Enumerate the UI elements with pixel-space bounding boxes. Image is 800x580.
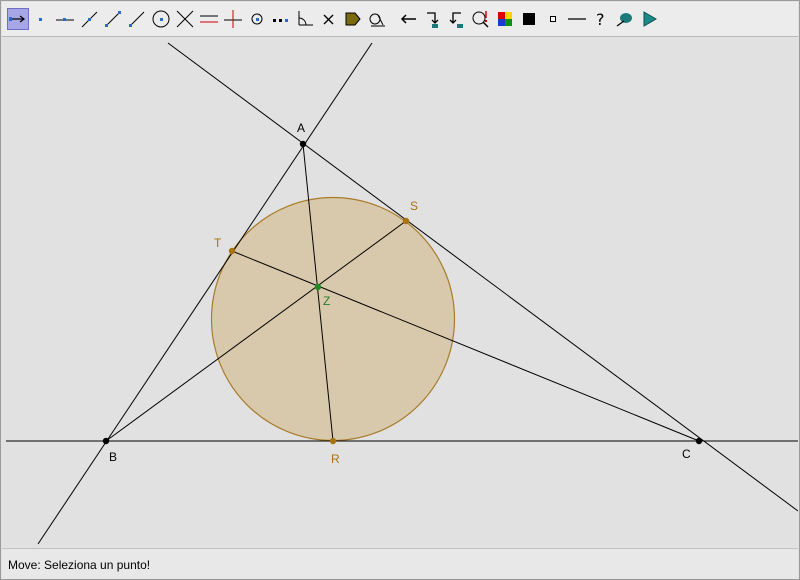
geometry-svg[interactable]: A B C Z T S R <box>2 37 799 547</box>
macro-icon[interactable] <box>423 9 443 29</box>
hide-tool-icon[interactable] <box>615 9 635 29</box>
incircle[interactable] <box>210 196 456 442</box>
label-c: C <box>682 447 691 461</box>
label-a: A <box>297 121 305 135</box>
macro-run-icon[interactable] <box>447 9 467 29</box>
point-c[interactable] <box>695 437 703 445</box>
drawing-canvas[interactable]: A B C Z T S R <box>2 37 799 547</box>
undo-icon[interactable] <box>399 9 419 29</box>
app-window: ? A B C Z T S R Move: Seleziona un punto… <box>0 0 800 580</box>
angle-tool-icon[interactable] <box>295 9 315 29</box>
point-z[interactable] <box>314 283 322 291</box>
point-s[interactable] <box>402 217 410 225</box>
help-icon[interactable]: ? <box>591 9 611 29</box>
delete-tool-icon[interactable] <box>319 9 339 29</box>
locus-tool-icon[interactable] <box>271 9 291 29</box>
point-a[interactable] <box>299 140 307 148</box>
label-b: B <box>109 450 117 464</box>
perpendicular-tool-icon[interactable] <box>223 9 243 29</box>
label-s: S <box>410 199 418 213</box>
svg-text:?: ? <box>596 10 605 29</box>
small-square-icon[interactable] <box>543 9 563 29</box>
line-tool-icon[interactable] <box>55 9 75 29</box>
point-tool-icon[interactable] <box>31 9 51 29</box>
zoom-icon[interactable] <box>471 9 491 29</box>
midpoint-tool-icon[interactable] <box>247 9 267 29</box>
line-style-icon[interactable] <box>567 9 587 29</box>
parallel-tool-icon[interactable] <box>199 9 219 29</box>
point-t[interactable] <box>228 247 236 255</box>
toolbar: ? <box>2 2 798 37</box>
ray-tool-icon[interactable] <box>103 9 123 29</box>
polygon-tool-icon[interactable] <box>343 9 363 29</box>
label-z: Z <box>323 294 330 308</box>
filled-square-icon[interactable] <box>519 9 539 29</box>
color-palette-icon[interactable] <box>495 9 515 29</box>
circle-tool-icon[interactable] <box>151 9 171 29</box>
intersection-tool-icon[interactable] <box>175 9 195 29</box>
play-icon[interactable] <box>639 9 659 29</box>
measure-tool-icon[interactable] <box>367 9 387 29</box>
segment-tool-icon[interactable] <box>79 9 99 29</box>
vector-tool-icon[interactable] <box>127 9 147 29</box>
move-tool-icon[interactable] <box>7 8 29 30</box>
point-r[interactable] <box>329 437 337 445</box>
label-t: T <box>214 236 222 250</box>
label-r: R <box>331 452 340 466</box>
status-message: Move: Seleziona un punto! <box>8 558 151 572</box>
point-b[interactable] <box>102 437 110 445</box>
status-bar: Move: Seleziona un punto! <box>2 548 798 579</box>
